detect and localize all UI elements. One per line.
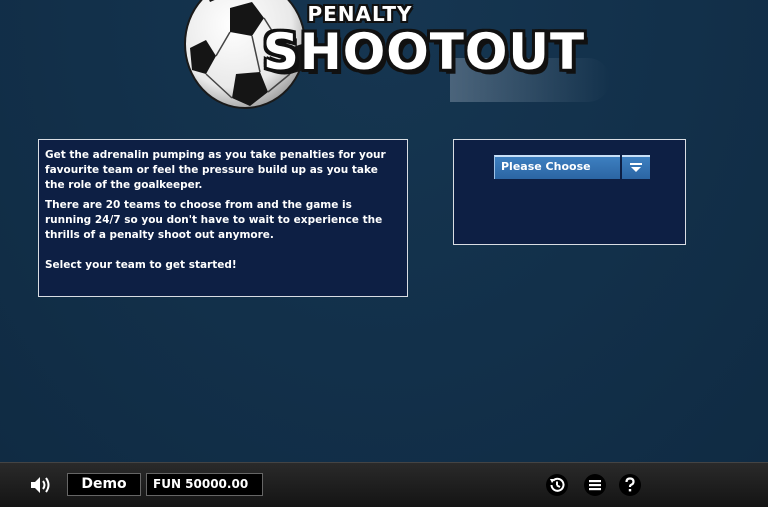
history-icon bbox=[546, 474, 568, 496]
history-button[interactable] bbox=[545, 473, 569, 497]
mode-indicator: Demo bbox=[67, 473, 141, 496]
description-call-to-action: Select your team to get started! bbox=[45, 259, 237, 271]
help-button[interactable] bbox=[618, 473, 642, 497]
team-dropdown[interactable]: Please Choose bbox=[494, 155, 650, 179]
balance-display: FUN 50000.00 bbox=[146, 473, 263, 496]
game-description-panel: Get the adrenalin pumping as you take pe… bbox=[38, 139, 408, 297]
description-paragraph: There are 20 teams to choose from and th… bbox=[45, 199, 383, 241]
game-stage: PENALTY SHOOTOUT Get the adrenalin pumpi… bbox=[0, 0, 768, 462]
logo-main-text: SHOOTOUT bbox=[262, 23, 586, 81]
help-icon bbox=[619, 474, 641, 496]
menu-button[interactable] bbox=[583, 473, 607, 497]
bottom-bar: Demo FUN 50000.00 bbox=[0, 462, 768, 507]
speaker-icon bbox=[31, 477, 50, 493]
description-paragraph: Get the adrenalin pumping as you take pe… bbox=[45, 149, 386, 191]
menu-icon bbox=[584, 474, 606, 496]
team-select-panel: Please Choose bbox=[453, 139, 686, 245]
game-logo: PENALTY SHOOTOUT bbox=[180, 0, 610, 112]
chevron-down-icon bbox=[630, 163, 642, 172]
team-dropdown-value[interactable]: Please Choose bbox=[494, 155, 620, 179]
team-dropdown-toggle[interactable] bbox=[622, 155, 650, 179]
sound-toggle-button[interactable] bbox=[29, 473, 53, 497]
